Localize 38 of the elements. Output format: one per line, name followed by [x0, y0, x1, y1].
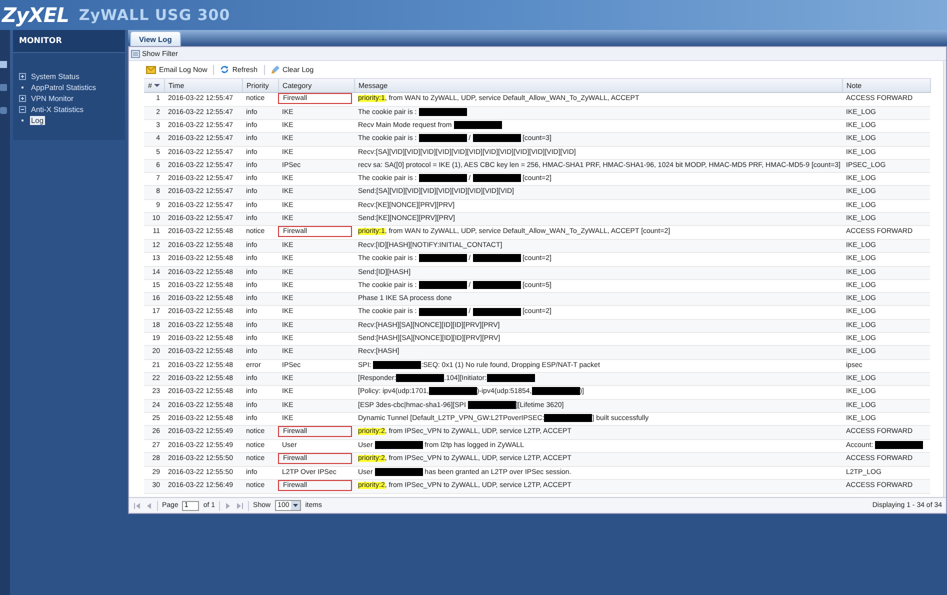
redaction-bar	[418, 108, 467, 116]
redaction-bar	[396, 374, 444, 382]
redaction-bar	[468, 400, 516, 409]
next-icon	[224, 502, 232, 510]
bullet-icon	[19, 84, 26, 90]
redaction-bar	[373, 360, 422, 369]
sidebar-title: MONITOR	[13, 30, 125, 53]
bullet-icon	[19, 116, 26, 124]
redaction-bar	[418, 174, 467, 182]
redaction-bar	[472, 134, 521, 142]
redaction-bar	[472, 308, 521, 316]
expand-icon[interactable]	[19, 94, 26, 102]
product-name: ZyWALL USG 300	[78, 6, 230, 24]
redaction-bar	[374, 440, 423, 449]
expand-icon[interactable]	[19, 72, 26, 80]
redaction-bar	[418, 308, 467, 316]
redaction-bar	[486, 374, 535, 382]
redaction-bar	[454, 121, 502, 130]
redaction-bar	[418, 134, 467, 142]
redaction-bar	[374, 468, 423, 476]
redaction-bar	[875, 440, 924, 449]
refresh-icon	[220, 65, 230, 74]
dropdown-icon	[291, 501, 300, 510]
collapse-icon[interactable]	[19, 106, 26, 112]
redaction-bar	[472, 254, 521, 262]
envelope-icon	[146, 66, 156, 74]
sort-icon	[154, 83, 160, 88]
redaction-bar	[418, 281, 467, 289]
redaction-bar	[428, 387, 477, 396]
previous-icon	[145, 502, 153, 510]
last-page-icon	[236, 502, 244, 510]
redaction-bar	[418, 254, 467, 262]
first-page-icon	[133, 502, 141, 510]
redaction-bar	[472, 281, 521, 289]
redaction-bar	[532, 387, 580, 396]
redaction-bar	[472, 174, 521, 182]
brand-logo: ZyXEL	[2, 3, 69, 27]
redaction-bar	[544, 414, 592, 422]
